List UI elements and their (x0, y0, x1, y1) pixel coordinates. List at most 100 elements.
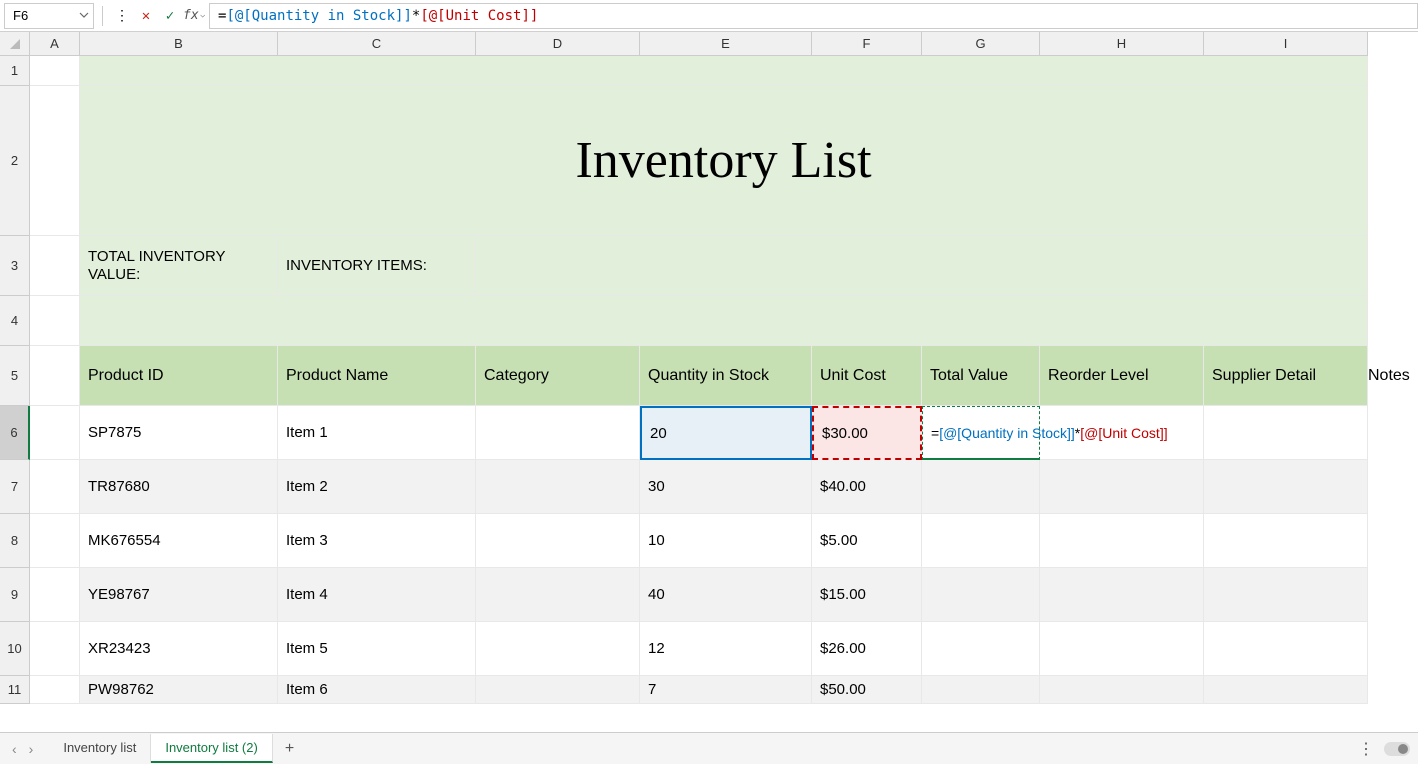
tab-options-icon[interactable]: ⋮ (1358, 739, 1374, 759)
cell-A1[interactable] (30, 56, 80, 86)
supplier-cell[interactable] (1204, 622, 1368, 676)
reorder-header[interactable]: Reorder Level (1040, 346, 1204, 406)
qty-cell[interactable]: 40 (640, 568, 812, 622)
column-header-E[interactable]: E (640, 32, 812, 56)
reorder-cell[interactable] (1040, 676, 1204, 704)
row-header-7[interactable]: 7 (0, 460, 30, 514)
product-name-cell[interactable]: Item 1 (278, 406, 476, 460)
row-header-11[interactable]: 11 (0, 676, 30, 704)
unit-cost-header[interactable]: Unit Cost (812, 346, 922, 406)
qty-cell[interactable]: 30 (640, 460, 812, 514)
add-sheet-button[interactable]: + (273, 734, 306, 764)
cell-A2[interactable] (30, 86, 80, 236)
cost-cell[interactable]: $5.00 (812, 514, 922, 568)
reorder-cell[interactable] (1040, 514, 1204, 568)
cell-merged-top[interactable] (80, 56, 1368, 86)
supplier-cell[interactable] (1204, 568, 1368, 622)
total-value-cell[interactable] (922, 514, 1040, 568)
row-header-1[interactable]: 1 (0, 56, 30, 86)
category-cell[interactable] (476, 514, 640, 568)
cell-A11[interactable] (30, 676, 80, 704)
category-cell[interactable] (476, 676, 640, 704)
supplier-cell[interactable] (1204, 460, 1368, 514)
product-name-cell[interactable]: Item 2 (278, 460, 476, 514)
supplier-cell[interactable] (1204, 514, 1368, 568)
total-value-cell[interactable] (922, 460, 1040, 514)
view-toggle[interactable] (1384, 742, 1410, 756)
more-icon[interactable]: ⋮ (111, 5, 133, 27)
cost-cell[interactable]: $50.00 (812, 676, 922, 704)
total-value-header[interactable]: Total Value (922, 346, 1040, 406)
cell-A6[interactable] (30, 406, 80, 460)
formula-input[interactable]: =[@[Quantity in Stock]]*[@[Unit Cost]] (209, 3, 1418, 29)
total-value-cell[interactable] (922, 622, 1040, 676)
total-value-cell[interactable] (922, 676, 1040, 704)
qty-cell[interactable]: 12 (640, 622, 812, 676)
supplier-header[interactable]: Supplier DetailNotes (1204, 346, 1368, 406)
cost-cell[interactable]: $26.00 (812, 622, 922, 676)
cell-A9[interactable] (30, 568, 80, 622)
category-cell[interactable] (476, 460, 640, 514)
supplier-cell[interactable] (1204, 406, 1368, 460)
supplier-cell[interactable] (1204, 676, 1368, 704)
sheet-cells[interactable]: Inventory ListTOTAL INVENTORY VALUE:INVE… (30, 56, 1368, 704)
product-id-cell[interactable]: YE98767 (80, 568, 278, 622)
cell-A4[interactable] (30, 296, 80, 346)
cell-A8[interactable] (30, 514, 80, 568)
cost-cell[interactable]: $40.00 (812, 460, 922, 514)
cell-A3[interactable] (30, 236, 80, 296)
category-cell[interactable] (476, 568, 640, 622)
product-name-cell[interactable]: Item 6 (278, 676, 476, 704)
qty-cell[interactable]: 10 (640, 514, 812, 568)
reorder-cell[interactable] (1040, 568, 1204, 622)
product-name-cell[interactable]: Item 3 (278, 514, 476, 568)
column-header-I[interactable]: I (1204, 32, 1368, 56)
column-header-C[interactable]: C (278, 32, 476, 56)
inventory-items-label[interactable]: INVENTORY ITEMS: (278, 236, 476, 296)
sheet-tab[interactable]: Inventory list (2) (151, 734, 272, 763)
qty-cell[interactable]: 7 (640, 676, 812, 704)
cancel-button[interactable]: ✕ (135, 5, 157, 27)
editing-cell[interactable]: =[@[Quantity in Stock]]*[@[Unit Cost]] (922, 406, 1040, 460)
qty-cell[interactable]: 20 (640, 406, 812, 460)
name-box-dropdown-icon[interactable] (79, 8, 89, 23)
product-id-cell[interactable]: XR23423 (80, 622, 278, 676)
tab-prev-button[interactable]: ‹ (8, 739, 21, 759)
column-header-H[interactable]: H (1040, 32, 1204, 56)
product-name-header[interactable]: Product Name (278, 346, 476, 406)
product-id-cell[interactable]: TR87680 (80, 460, 278, 514)
column-header-D[interactable]: D (476, 32, 640, 56)
cost-cell[interactable]: $15.00 (812, 568, 922, 622)
row-header-8[interactable]: 8 (0, 514, 30, 568)
row-header-9[interactable]: 9 (0, 568, 30, 622)
column-header-F[interactable]: F (812, 32, 922, 56)
row-header-2[interactable]: 2 (0, 86, 30, 236)
reorder-cell[interactable] (1040, 622, 1204, 676)
cell-A7[interactable] (30, 460, 80, 514)
name-box[interactable]: F6 (4, 3, 94, 29)
column-header-B[interactable]: B (80, 32, 278, 56)
category-cell[interactable] (476, 622, 640, 676)
qty-header[interactable]: Quantity in Stock (640, 346, 812, 406)
cell-A10[interactable] (30, 622, 80, 676)
row-header-4[interactable]: 4 (0, 296, 30, 346)
enter-button[interactable]: ✓ (159, 5, 181, 27)
product-id-cell[interactable]: PW98762 (80, 676, 278, 704)
cell-A5[interactable] (30, 346, 80, 406)
reorder-cell[interactable] (1040, 460, 1204, 514)
cell-merged-r3[interactable] (476, 236, 1368, 296)
category-header[interactable]: Category (476, 346, 640, 406)
total-value-cell[interactable] (922, 568, 1040, 622)
cell-merged-r4[interactable] (80, 296, 1368, 346)
column-header-G[interactable]: G (922, 32, 1040, 56)
cost-cell[interactable]: $30.00 (812, 406, 922, 460)
sheet-tab[interactable]: Inventory list (49, 734, 151, 763)
total-inventory-label[interactable]: TOTAL INVENTORY VALUE: (80, 236, 278, 296)
product-name-cell[interactable]: Item 5 (278, 622, 476, 676)
product-id-cell[interactable]: MK676554 (80, 514, 278, 568)
row-header-10[interactable]: 10 (0, 622, 30, 676)
row-header-6[interactable]: 6 (0, 406, 30, 460)
select-all-corner[interactable] (0, 32, 30, 56)
fx-button[interactable]: fx (183, 5, 205, 27)
column-header-A[interactable]: A (30, 32, 80, 56)
